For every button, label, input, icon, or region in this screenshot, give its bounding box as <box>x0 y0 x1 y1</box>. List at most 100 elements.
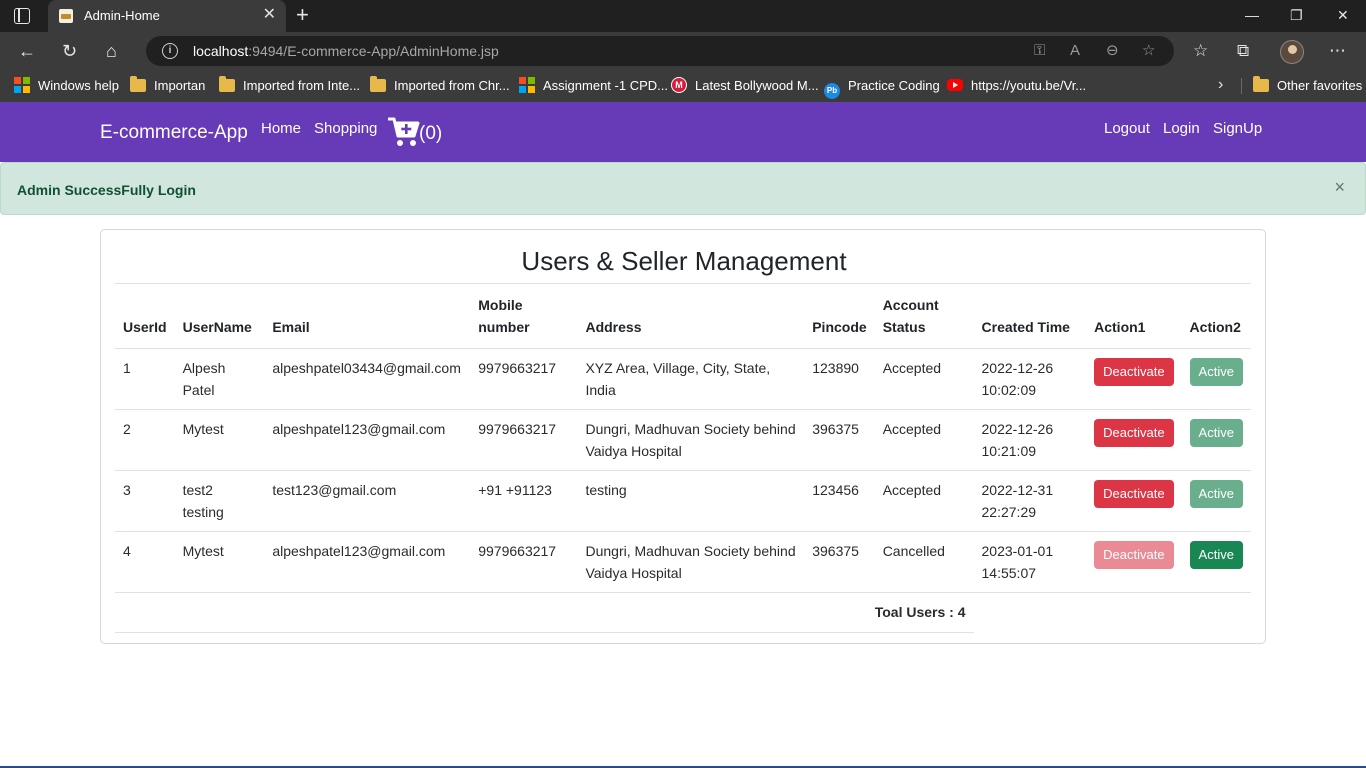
deactivate-button[interactable]: Deactivate <box>1094 419 1174 447</box>
nav-home[interactable]: Home <box>261 120 301 137</box>
total-row: Toal Users : 4 <box>115 592 1251 633</box>
tab-actions-icon[interactable] <box>14 8 30 24</box>
table-row: 2 Mytest alpeshpatel123@gmail.com 997966… <box>115 409 1251 471</box>
cell-username: Mytest <box>174 531 265 593</box>
column-header: Account Status <box>874 284 974 349</box>
cell-address: XYZ Area, Village, City, State, India <box>577 348 805 410</box>
new-tab-icon[interactable]: + <box>296 4 309 26</box>
cell-created-time: 2023-01-01 14:55:07 <box>973 531 1087 593</box>
windows-icon <box>519 77 535 93</box>
active-button[interactable]: Active <box>1189 541 1243 569</box>
bookmark-item[interactable]: Latest Bollywood M... <box>671 77 819 95</box>
nav-logout[interactable]: Logout <box>1104 120 1150 137</box>
bookmark-item[interactable]: Windows help <box>14 77 119 95</box>
brand-link[interactable]: E-commerce-App <box>100 122 248 144</box>
bookmark-item[interactable]: Imported from Chr... <box>370 76 510 95</box>
nav-shopping[interactable]: Shopping <box>314 120 377 137</box>
key-icon[interactable]: ⚿ <box>1034 42 1045 60</box>
cell-address: Dungri, Madhuvan Society behind Vaidya H… <box>577 409 805 471</box>
alert-close-icon[interactable]: × <box>1334 177 1345 197</box>
folder-icon <box>1253 76 1269 92</box>
nav-login[interactable]: Login <box>1163 120 1200 137</box>
column-header: Pincode <box>804 284 875 349</box>
cell-username: test2 testing <box>174 470 265 532</box>
folder-icon <box>219 76 235 92</box>
browser-tab-bar: Admin-Home ✕ + — ❐ ✕ <box>0 0 1366 32</box>
active-button[interactable]: Active <box>1189 419 1243 447</box>
bookmark-item[interactable]: Pb Practice Coding <box>824 77 940 99</box>
refresh-icon[interactable]: ↻ <box>62 40 77 62</box>
page-title: Users & Seller Management <box>521 246 847 276</box>
home-icon[interactable]: ⌂ <box>106 40 117 62</box>
m-icon <box>671 77 687 93</box>
restore-icon[interactable]: ❐ <box>1290 6 1303 24</box>
cell-action2: Active <box>1181 531 1251 593</box>
add-favorite-icon[interactable]: ☆ <box>1142 42 1155 60</box>
users-management-card: Users & Seller Management UserId UserNam… <box>100 229 1266 644</box>
success-alert: Admin SuccessFully Login × <box>0 162 1366 215</box>
profile-avatar[interactable] <box>1280 40 1304 64</box>
total-users: Toal Users : 4 <box>115 592 974 633</box>
cell-pincode: 123456 <box>804 470 875 532</box>
bookmark-divider <box>1241 78 1242 94</box>
window-close-icon[interactable]: ✕ <box>1337 6 1349 24</box>
tab-title: Admin-Home <box>84 8 160 23</box>
read-aloud-icon[interactable]: A <box>1070 42 1080 60</box>
address-bar-row: ← ↻ ⌂ i localhost:9494/E-commerce-App/Ad… <box>0 32 1366 70</box>
bookmark-item[interactable]: https://youtu.be/Vr... <box>947 77 1086 95</box>
deactivate-button[interactable]: Deactivate <box>1094 480 1174 508</box>
cell-address: testing <box>577 470 805 532</box>
empty-cell <box>974 593 1087 633</box>
bookmark-item[interactable]: Imported from Inte... <box>219 76 360 95</box>
cell-email: alpeshpatel123@gmail.com <box>264 409 471 471</box>
cell-action2: Active <box>1181 470 1251 532</box>
cell-status: Accepted <box>874 348 974 410</box>
cell-action2: Active <box>1181 409 1251 471</box>
folder-icon <box>130 76 146 92</box>
deactivate-button[interactable]: Deactivate <box>1094 358 1174 386</box>
browser-tab[interactable]: Admin-Home ✕ <box>48 0 286 32</box>
cell-mobile: 9979663217 <box>470 348 578 410</box>
alert-message: Admin SuccessFully Login <box>17 182 196 198</box>
active-button[interactable]: Active <box>1189 480 1243 508</box>
cell-email: test123@gmail.com <box>264 470 471 532</box>
cell-username: Alpesh Patel <box>174 348 265 410</box>
chevron-right-icon[interactable]: › <box>1218 75 1223 95</box>
bookmark-item[interactable]: Assignment -1 CPD... <box>519 77 668 95</box>
users-table: UserId UserName Email Mobile number Addr… <box>115 284 1251 633</box>
tab-close-icon[interactable]: ✕ <box>263 6 276 24</box>
cell-pincode: 396375 <box>804 409 875 471</box>
more-options-icon[interactable]: ⋯ <box>1329 40 1346 62</box>
column-header: Action2 <box>1181 284 1251 349</box>
url-text[interactable]: localhost:9494/E-commerce-App/AdminHome.… <box>193 43 499 59</box>
cart-plus-icon <box>388 117 420 146</box>
cell-status: Accepted <box>874 409 974 471</box>
collections-icon[interactable]: ⧉ <box>1237 40 1249 62</box>
cell-email: alpeshpatel123@gmail.com <box>264 531 471 593</box>
minimize-icon[interactable]: — <box>1245 6 1259 24</box>
favorites-icon[interactable]: ☆ <box>1193 40 1208 62</box>
cell-created-time: 2022-12-31 22:27:29 <box>973 470 1087 532</box>
cell-status: Accepted <box>874 470 974 532</box>
table-row: 4 Mytest alpeshpatel123@gmail.com 997966… <box>115 531 1251 593</box>
cell-userid: 2 <box>115 409 175 471</box>
url-input[interactable]: i localhost:9494/E-commerce-App/AdminHom… <box>146 36 1174 66</box>
table-row: 3 test2 testing test123@gmail.com +91 +9… <box>115 470 1251 532</box>
bookmarks-bar: Windows help Importan Imported from Inte… <box>0 70 1366 102</box>
other-favorites[interactable]: Other favorites <box>1253 76 1362 95</box>
app-navbar: E-commerce-App Home Shopping (0) Logout … <box>0 102 1366 162</box>
active-button[interactable]: Active <box>1189 358 1243 386</box>
cell-action1: Deactivate <box>1086 409 1182 471</box>
site-info-icon[interactable]: i <box>162 43 178 59</box>
column-header: Mobile number <box>470 284 578 349</box>
deactivate-button[interactable]: Deactivate <box>1094 541 1174 569</box>
column-header: Action1 <box>1086 284 1182 349</box>
zoom-icon[interactable]: ⊖ <box>1106 42 1119 60</box>
cell-userid: 3 <box>115 470 175 532</box>
windows-icon <box>14 77 30 93</box>
back-icon[interactable]: ← <box>18 40 36 62</box>
nav-signup[interactable]: SignUp <box>1213 120 1262 137</box>
bookmark-item[interactable]: Importan <box>130 76 205 95</box>
cell-username: Mytest <box>174 409 265 471</box>
column-header: Email <box>264 284 471 349</box>
